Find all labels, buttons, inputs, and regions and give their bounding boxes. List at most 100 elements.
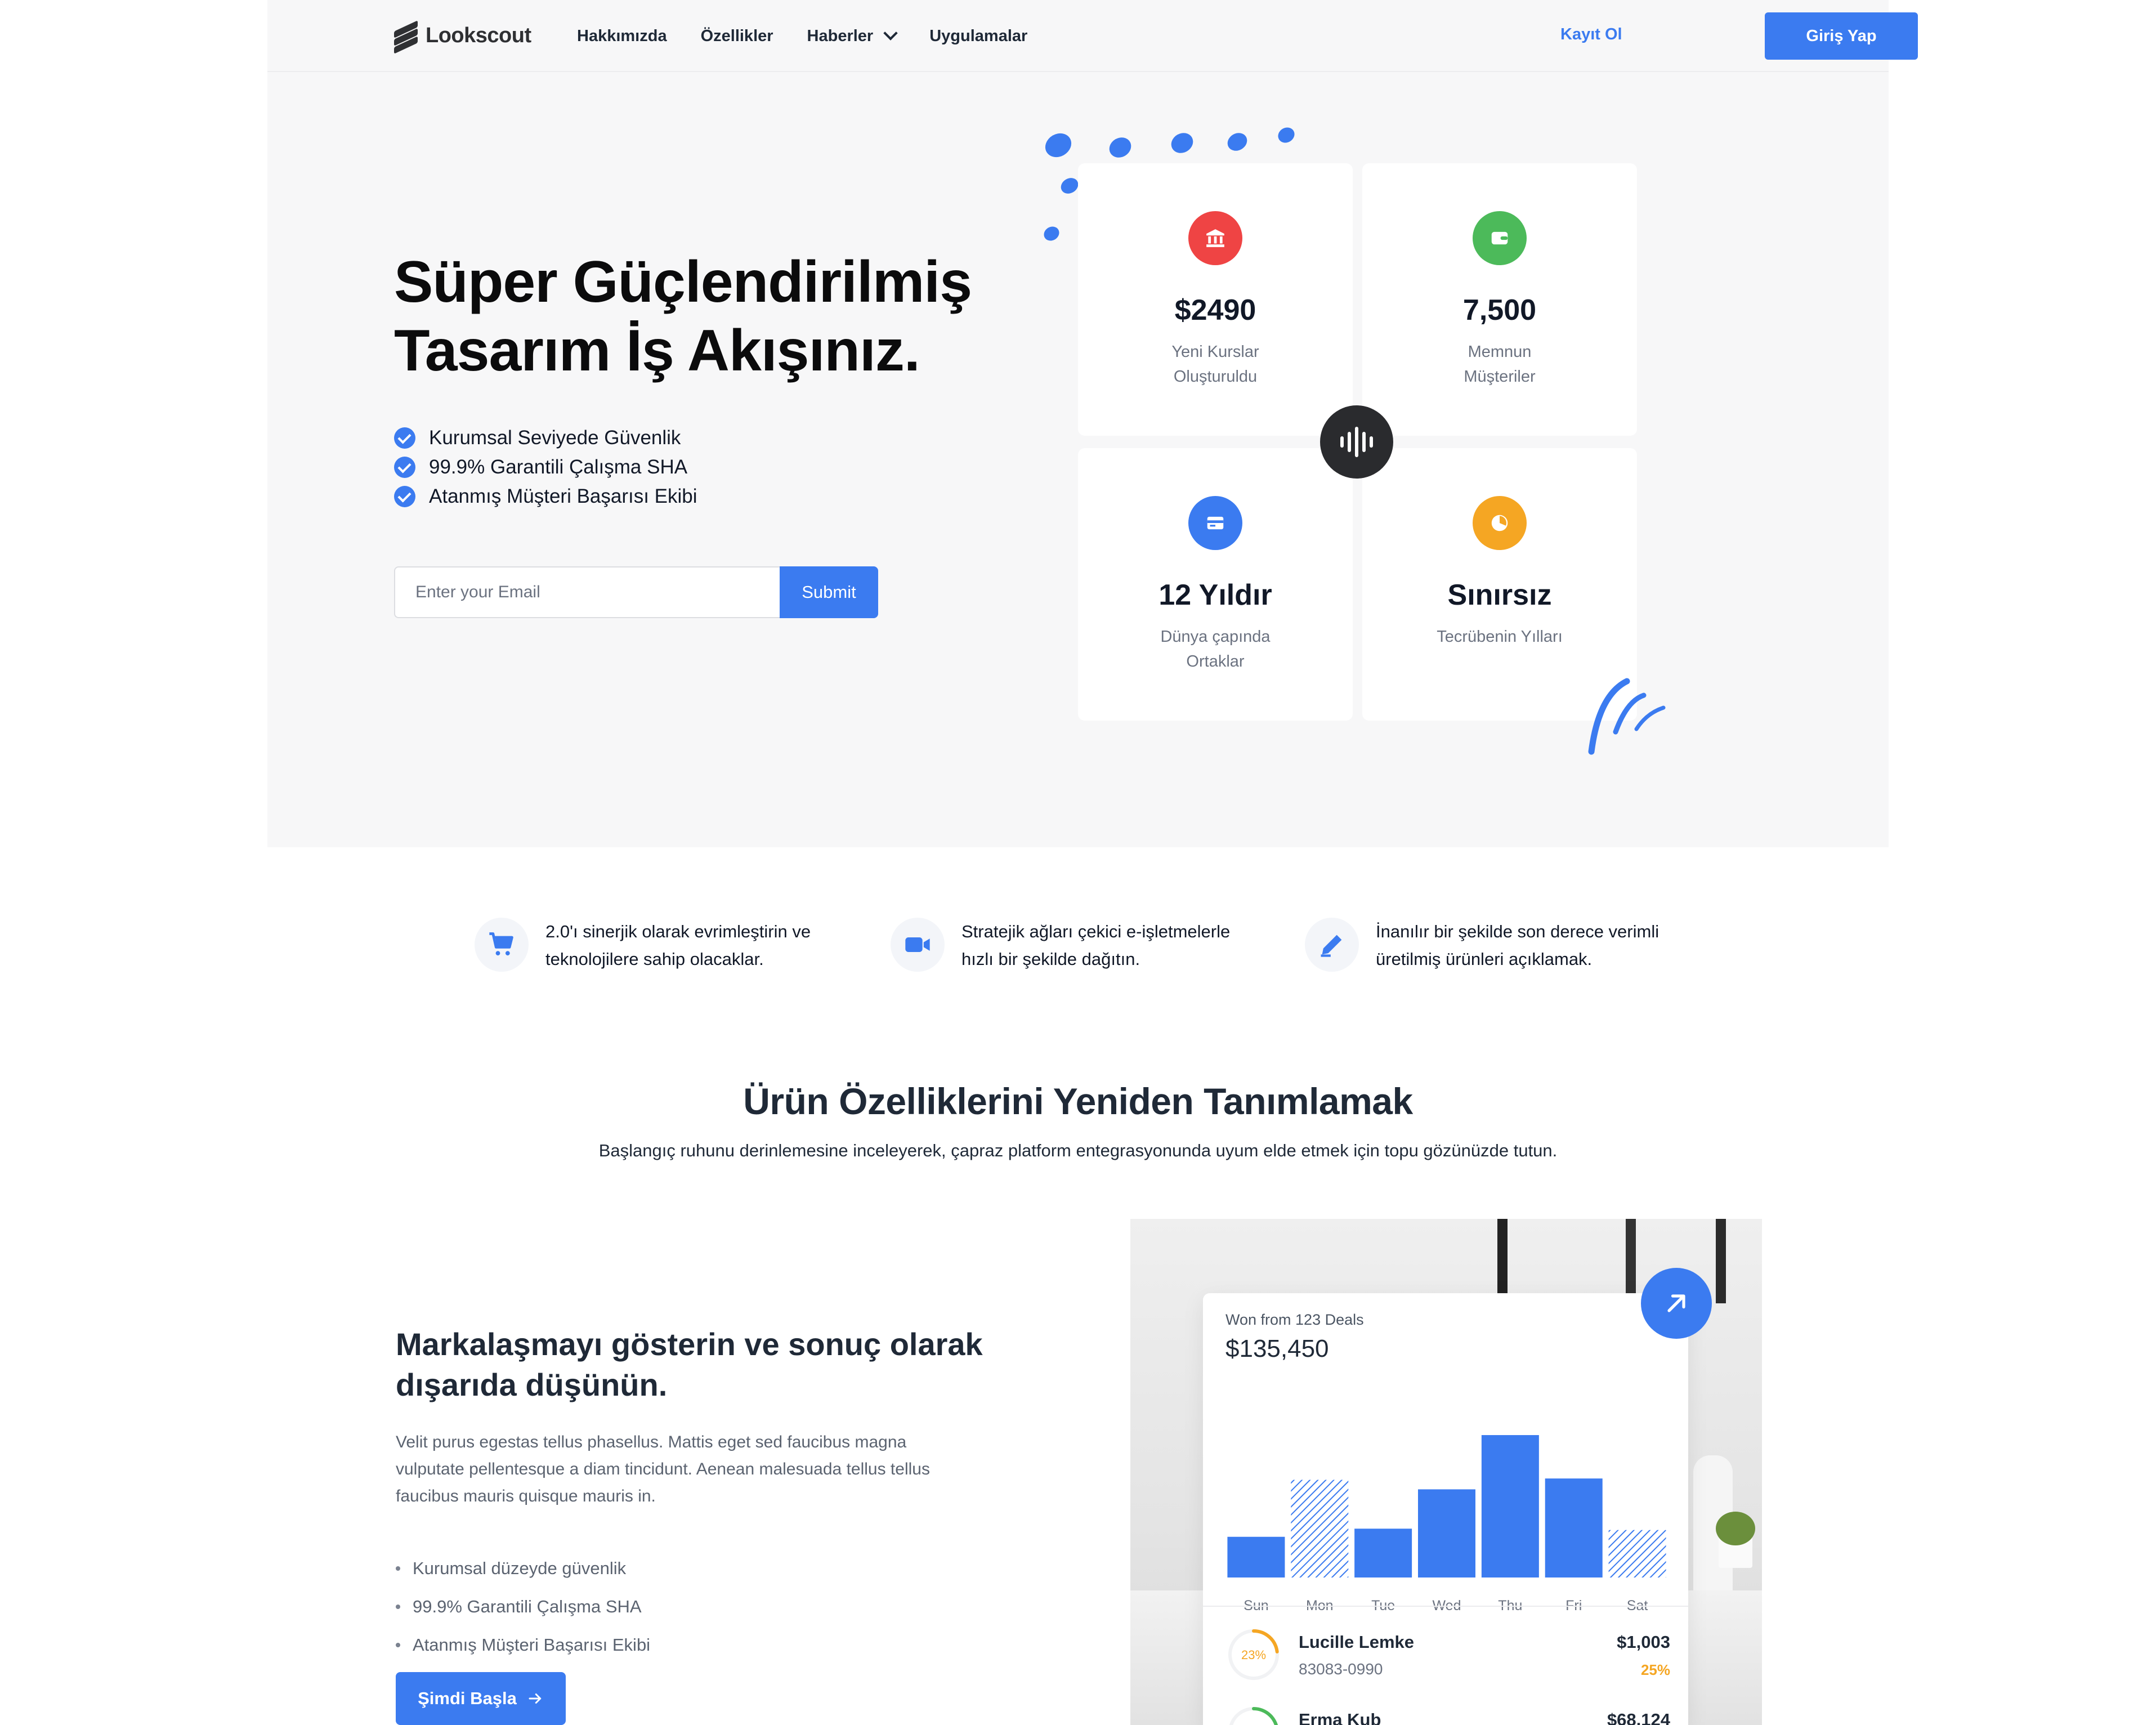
arrow-right-icon	[529, 1693, 542, 1704]
bullet-item: Kurumsal düzeyde güvenlik	[396, 1549, 650, 1588]
hero-title: Süper Güçlendirilmiş Tasarım İş Akışınız…	[394, 248, 1013, 385]
nav-link-apps[interactable]: Uygulamalar	[929, 27, 1027, 46]
sales-dashboard-card: Won from 123 Deals $135,450 Sun Mon Tue Wed…	[1203, 1293, 1688, 1725]
deal-amount: $1,003	[1617, 1632, 1670, 1652]
picture-frame	[1497, 1219, 1508, 1303]
stat-label: Memnun Müşteriler	[1464, 343, 1536, 386]
picture-frame	[1716, 1219, 1726, 1303]
nav-link-label: Uygulamalar	[929, 26, 1028, 45]
login-button[interactable]: Giriş Yap	[1765, 12, 1918, 60]
start-button[interactable]: Şimdi Başla	[396, 1672, 566, 1725]
submit-button[interactable]: Submit	[780, 566, 878, 618]
nav-link-label: Haberler	[807, 26, 874, 45]
dashboard-divider	[1203, 1606, 1688, 1607]
bar-wed	[1418, 1489, 1475, 1577]
progress-ring-icon	[1228, 1707, 1279, 1725]
stat-card-customers: 7,500 Memnun Müşteriler	[1362, 163, 1637, 436]
deal-id: 83083-0990	[1299, 1660, 1383, 1678]
stat-card-courses: $2490 Yeni Kurslar Oluşturuldu	[1078, 163, 1353, 436]
start-button-label: Şimdi Başla	[418, 1688, 517, 1708]
check-icon	[394, 427, 415, 449]
open-dashboard-button[interactable]	[1641, 1268, 1712, 1339]
deal-percent: 25%	[1640, 1661, 1670, 1678]
brand-description: Velit purus egestas tellus phasellus. Ma…	[396, 1433, 930, 1505]
brand-title-line: Markalaşmayı gösterin ve sonuç olarak	[396, 1326, 983, 1362]
section-subtitle: Başlangıç ruhunu derinlemesine inceleyer…	[598, 1141, 1558, 1160]
nav-link-label: Hakkımızda	[577, 26, 667, 45]
nav-link-news[interactable]: Haberler	[807, 26, 898, 46]
bank-icon	[1188, 211, 1242, 265]
checklist-label: Kurumsal Seviyede Güvenlik	[429, 427, 681, 449]
feature-text: İnanılır bir şekilde son derece verimli …	[1376, 922, 1660, 969]
logo-icon	[394, 20, 418, 54]
bullet-dot-icon	[396, 1566, 400, 1571]
checklist-label: 99.9% Garantili Çalışma SHA	[429, 456, 688, 478]
stat-card-partners: 12 Yıldır Dünya çapında Ortaklar	[1078, 448, 1353, 721]
bullet-label: Atanmış Müşteri Başarısı Ekibi	[413, 1635, 651, 1655]
deal-name: Erma Kub	[1299, 1710, 1381, 1725]
hero-checklist: Kurumsal Seviyede Güvenlik 99.9% Garanti…	[394, 423, 697, 511]
edit-icon	[1305, 918, 1359, 972]
deal-row[interactable]: 23% Lucille Lemke 83083-0990 $1,003 25%	[1225, 1626, 1670, 1683]
bar-tue	[1354, 1529, 1412, 1577]
stat-value: 12 Yıldır	[1158, 579, 1272, 611]
register-link[interactable]: Kayıt Ol	[1560, 25, 1622, 44]
email-input[interactable]	[394, 566, 780, 618]
bullet-item: Atanmış Müşteri Başarısı Ekibi	[396, 1626, 650, 1664]
decorative-arcs-icon	[1588, 678, 1666, 755]
picture-frame	[1626, 1219, 1636, 1303]
bar-fri	[1545, 1478, 1603, 1577]
stat-label: Yeni Kurslar Oluşturuldu	[1171, 343, 1259, 386]
chevron-down-icon	[883, 26, 898, 41]
brand-title: Markalaşmayı gösterin ve sonuç olarak dı…	[396, 1324, 1015, 1405]
nav-link-features[interactable]: Özellikler	[701, 27, 773, 46]
bar-mon	[1291, 1480, 1349, 1577]
deal-row[interactable]: Erma Kub $68,124	[1225, 1704, 1670, 1725]
stat-label: Tecrübenin Yılları	[1437, 628, 1563, 646]
bullet-label: Kurumsal düzeyde güvenlik	[413, 1558, 627, 1578]
hero-title-line: Süper Güçlendirilmiş	[394, 249, 972, 315]
bullet-dot-icon	[396, 1643, 400, 1647]
pie-chart-icon	[1473, 496, 1527, 550]
brand-title-line: dışarıda düşünün.	[396, 1367, 668, 1402]
bullet-item: 99.9% Garantili Çalışma SHA	[396, 1588, 650, 1626]
checklist-item: 99.9% Garantili Çalışma SHA	[394, 453, 697, 482]
hero-title-line: Tasarım İş Akışınız.	[394, 318, 920, 383]
cart-icon	[475, 918, 529, 972]
deal-name: Lucille Lemke	[1299, 1632, 1415, 1652]
logo[interactable]: Lookscout	[394, 20, 531, 54]
ring-label: 23%	[1241, 1648, 1266, 1662]
nav-link-about[interactable]: Hakkımızda	[577, 27, 667, 46]
section-title: Ürün Özelliklerini Yeniden Tanımlamak	[743, 1080, 1413, 1122]
feature-item: 2.0'ı sinerjik olarak evrimleştirin ve t…	[475, 918, 849, 973]
sound-wave-icon	[1320, 405, 1393, 479]
checklist-item: Kurumsal Seviyede Güvenlik	[394, 423, 697, 453]
arrow-up-right-icon	[1667, 1294, 1685, 1312]
check-icon	[394, 457, 415, 478]
wallet-icon	[1473, 211, 1527, 265]
stat-label: Dünya çapında Ortaklar	[1160, 628, 1271, 671]
deal-amount: $68,124	[1607, 1710, 1670, 1725]
stat-value: $2490	[1174, 294, 1256, 327]
checklist-item: Atanmış Müşteri Başarısı Ekibi	[394, 482, 697, 511]
feature-item: İnanılır bir şekilde son derece verimli …	[1305, 918, 1680, 973]
checklist-label: Atanmış Müşteri Başarısı Ekibi	[429, 485, 697, 507]
bar-sun	[1227, 1536, 1285, 1577]
nav-link-label: Özellikler	[700, 26, 773, 45]
plant-image	[1716, 1512, 1755, 1545]
bullet-label: 99.9% Garantili Çalışma SHA	[413, 1597, 642, 1616]
logo-text: Lookscout	[426, 23, 531, 47]
progress-ring-icon: 23%	[1228, 1629, 1279, 1680]
dashboard-total: $135,450	[1225, 1335, 1329, 1362]
video-icon	[891, 918, 945, 972]
feature-text: 2.0'ı sinerjik olarak evrimleştirin ve t…	[545, 922, 811, 969]
check-icon	[394, 486, 415, 507]
stat-value: 7,500	[1462, 294, 1537, 327]
bar-thu	[1481, 1435, 1539, 1577]
nav-links: Hakkımızda Özellikler Haberler Uygulamal…	[577, 0, 1027, 72]
bullet-dot-icon	[396, 1605, 400, 1609]
card-icon	[1188, 496, 1242, 550]
stat-value: Sınırsız	[1447, 579, 1552, 611]
dashboard-subtitle: Won from 123 Deals	[1225, 1311, 1364, 1328]
feature-item: Stratejik ağları çekici e-işletmelerle h…	[891, 918, 1265, 973]
